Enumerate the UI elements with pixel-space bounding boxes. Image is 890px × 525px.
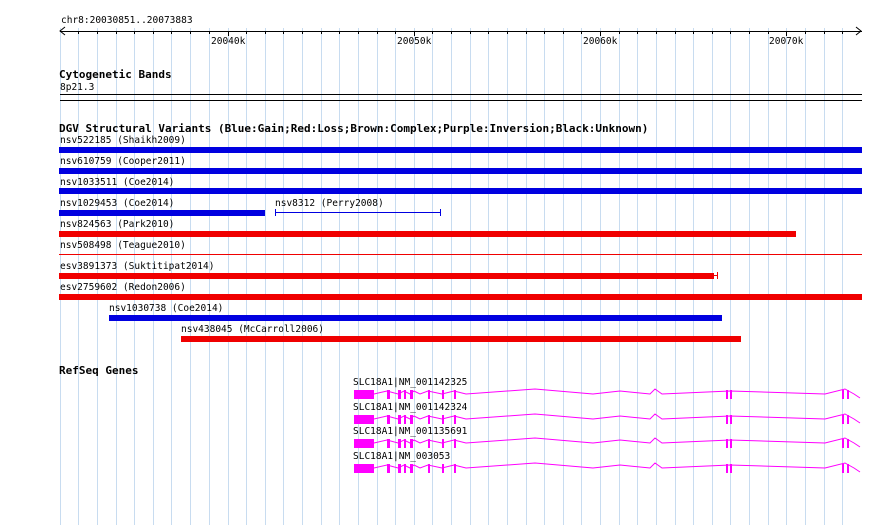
ruler-left-arrow-icon [59,26,66,36]
variant-thin-loss[interactable] [59,254,862,255]
cytoband-label: 8p21.3 [60,82,95,93]
variant-label: esv2759602 (Redon2006) [60,282,186,293]
variant-bar-gain[interactable] [109,315,722,321]
gene-model[interactable] [350,460,862,476]
variant-end-stub [713,275,718,276]
ruler-location: chr8:20030851..20073883 [61,15,193,26]
cytoband-bottom-line [60,100,862,101]
ruler-tick-label: 20070k [769,36,804,47]
variant-bar-gain[interactable] [59,168,862,174]
track-title: DGV Structural Variants (Blue:Gain;Red:L… [59,122,649,135]
variant-bar-gain[interactable] [59,188,862,194]
variant-label: nsv1029453 (Coe2014) [60,198,175,209]
variant-label: nsv1033511 (Coe2014) [60,177,175,188]
variant-bar-loss[interactable] [59,231,796,237]
variant-label: nsv438045 (McCarroll2006) [181,324,324,335]
gene-model[interactable] [350,386,862,402]
variant-label: nsv1030738 (Coe2014) [109,303,224,314]
variant-label: nsv8312 (Perry2008) [275,198,384,209]
ruler-tick-label: 20060k [583,36,618,47]
ruler-tick-label: 20050k [397,36,432,47]
track-title: Cytogenetic Bands [59,68,172,81]
gene-model[interactable] [350,411,862,427]
variant-bar-loss[interactable] [59,294,862,300]
gene-model[interactable] [350,435,862,451]
variant-label: nsv610759 (Cooper2011) [60,156,186,167]
variant-bar-gain[interactable] [59,147,862,153]
ruler-axis [60,31,862,32]
variant-bar-loss[interactable] [59,273,714,279]
variant-bar-loss[interactable] [181,336,741,342]
cytoband-top-line [60,94,862,95]
variant-label: nsv522185 (Shaikh2009) [60,135,186,146]
variant-label: nsv508498 (Teague2010) [60,240,186,251]
variant-label: nsv824563 (Park2010) [60,219,175,230]
ruler-right-arrow-icon [855,26,862,36]
variant-bar-gain[interactable] [59,210,265,216]
variant-label: esv3891373 (Suktitipat2014) [60,261,215,272]
track-title: RefSeq Genes [59,364,139,377]
ruler-tick-label: 20040k [211,36,246,47]
